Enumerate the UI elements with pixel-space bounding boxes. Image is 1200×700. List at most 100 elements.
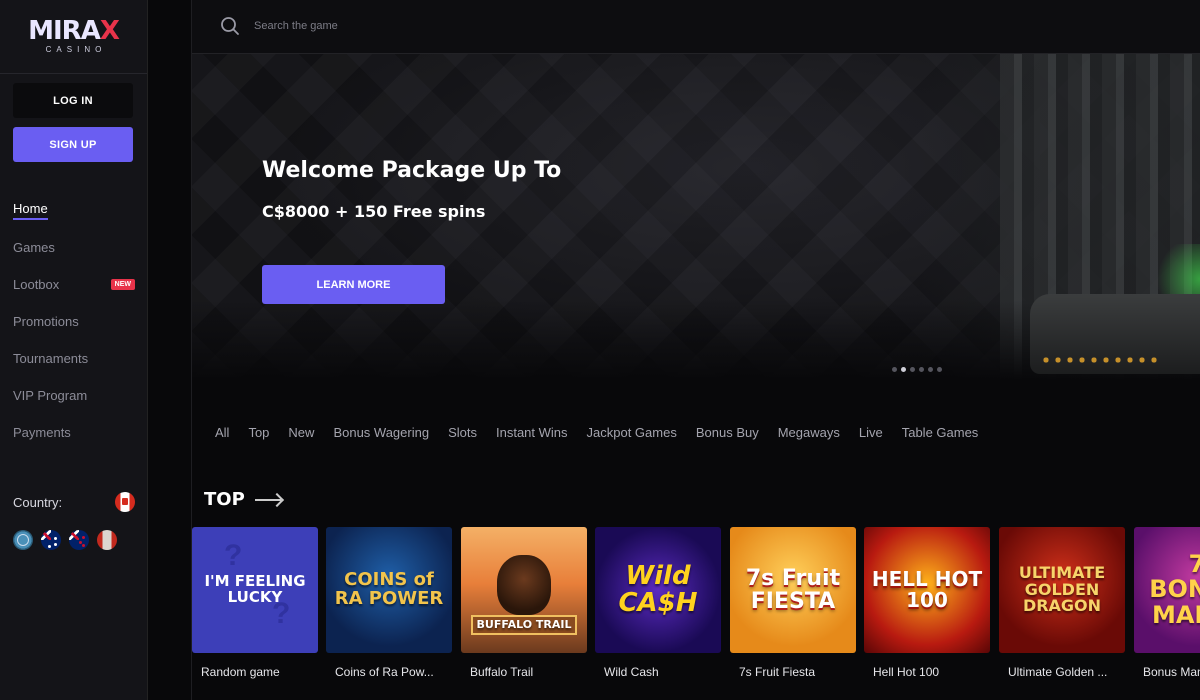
country-options: [13, 530, 117, 550]
tab-instant-wins[interactable]: Instant Wins: [496, 425, 568, 440]
game-card[interactable]: COINS of RA POWER Coins of Ra Pow...: [326, 527, 452, 679]
sidebar-item-home[interactable]: Home: [13, 192, 135, 229]
sidebar-item-label: Payments: [13, 425, 71, 440]
tab-table-games[interactable]: Table Games: [902, 425, 979, 440]
sidebar: MIRAX CASINO LOG IN SIGN UP Home Games L…: [0, 0, 148, 700]
carousel-dot-active[interactable]: [901, 367, 906, 372]
tab-bonus-wagering[interactable]: Bonus Wagering: [333, 425, 429, 440]
banner-title: Welcome Package Up To: [262, 158, 562, 183]
logo-wordmark: MIRAX: [28, 16, 120, 46]
game-title: Bonus Man: [1143, 665, 1200, 679]
game-art-text: HELL HOT 100: [871, 567, 983, 612]
canada-flag-icon[interactable]: [97, 530, 117, 550]
sidebar-item-label: Promotions: [13, 314, 79, 329]
game-thumbnail: HELL HOT 100: [864, 527, 990, 653]
category-tabs: All Top New Bonus Wagering Slots Instant…: [215, 425, 997, 440]
game-title: Hell Hot 100: [873, 665, 940, 679]
login-button[interactable]: LOG IN: [13, 83, 133, 118]
sidebar-item-label: Home: [13, 201, 48, 220]
signup-button[interactable]: SIGN UP: [13, 127, 133, 162]
arrow-right-icon[interactable]: [254, 493, 283, 507]
tab-all[interactable]: All: [215, 425, 229, 440]
logo[interactable]: MIRAX CASINO: [0, 0, 147, 74]
app: MIRAX CASINO LOG IN SIGN UP Home Games L…: [0, 0, 1200, 700]
canada-flag-icon[interactable]: [115, 492, 135, 512]
tab-new[interactable]: New: [288, 425, 314, 440]
game-thumbnail: 7 BONUS MANIA: [1134, 527, 1200, 653]
buffalo-icon: [497, 555, 551, 615]
game-thumbnail: ? ? I'M FEELING LUCKY: [192, 527, 318, 653]
carousel-dot[interactable]: [937, 367, 942, 372]
game-card[interactable]: 7s Fruit FIESTA 7s Fruit Fiesta: [730, 527, 856, 679]
carousel-dots: [892, 367, 942, 372]
sidebar-item-label: Tournaments: [13, 351, 89, 366]
game-art-text: ULTIMATE GOLDEN DRAGON: [1018, 562, 1106, 616]
game-title: Random game: [201, 665, 280, 679]
game-thumbnail: ULTIMATE GOLDEN DRAGON: [999, 527, 1125, 653]
sidebar-item-label: VIP Program: [13, 388, 88, 403]
games-row: ? ? I'M FEELING LUCKY Random game COINS …: [192, 527, 1200, 700]
game-card[interactable]: BUFFALO TRAIL Buffalo Trail: [461, 527, 587, 679]
game-card[interactable]: ? ? I'M FEELING LUCKY Random game: [192, 527, 318, 679]
logo-text-x: X: [99, 16, 120, 46]
game-title: 7s Fruit Fiesta: [739, 665, 816, 679]
game-title: Wild Cash: [604, 665, 659, 679]
section-title: TOP: [204, 489, 245, 510]
search-icon[interactable]: [220, 16, 240, 36]
search-bar: [192, 0, 1200, 54]
globe-icon[interactable]: [13, 530, 33, 550]
question-mark-icon: ?: [224, 539, 243, 572]
main-content: Welcome Package Up To C$8000 + 150 Free …: [192, 0, 1200, 700]
game-thumbnail: COINS of RA POWER: [326, 527, 452, 653]
question-mark-icon: ?: [272, 597, 291, 630]
logo-text-main: MIRA: [28, 16, 101, 46]
australia-flag-icon[interactable]: [41, 530, 61, 550]
tab-live[interactable]: Live: [859, 425, 883, 440]
carousel-dot[interactable]: [919, 367, 924, 372]
section-header: TOP: [204, 489, 283, 510]
sidebar-item-label: Games: [13, 240, 55, 255]
tab-bonus-buy[interactable]: Bonus Buy: [696, 425, 759, 440]
game-thumbnail: BUFFALO TRAIL: [461, 527, 587, 653]
game-card[interactable]: 7 BONUS MANIA Bonus Man: [1134, 527, 1200, 679]
game-thumbnail: 7s Fruit FIESTA: [730, 527, 856, 653]
game-art-text: 7 BONUS MANIA: [1149, 550, 1200, 629]
carousel-dot[interactable]: [892, 367, 897, 372]
tab-top[interactable]: Top: [248, 425, 269, 440]
learn-more-button[interactable]: LEARN MORE: [262, 265, 445, 304]
search-input[interactable]: [254, 14, 654, 38]
sidebar-item-games[interactable]: Games: [13, 229, 135, 266]
logo-subtitle: CASINO: [45, 45, 107, 54]
sidebar-item-payments[interactable]: Payments: [13, 414, 135, 451]
game-card[interactable]: ULTIMATE GOLDEN DRAGON Ultimate Golden .…: [999, 527, 1125, 679]
banner-subtitle: C$8000 + 150 Free spins: [262, 202, 486, 221]
carousel-dot[interactable]: [910, 367, 915, 372]
sidebar-item-lootbox[interactable]: Lootbox NEW: [13, 266, 135, 303]
new-zealand-flag-icon[interactable]: [69, 530, 89, 550]
tab-megaways[interactable]: Megaways: [778, 425, 840, 440]
game-art-text: Wild CA$H: [618, 560, 698, 618]
game-art-text: I'M FEELING LUCKY: [204, 572, 306, 606]
game-art-text: COINS of RA POWER: [334, 569, 444, 609]
tab-jackpot-games[interactable]: Jackpot Games: [587, 425, 677, 440]
banner-coins-image: [1040, 354, 1160, 368]
game-title: Coins of Ra Pow...: [335, 665, 434, 679]
sidebar-item-vip-program[interactable]: VIP Program: [13, 377, 135, 414]
sidebar-item-promotions[interactable]: Promotions: [13, 303, 135, 340]
sidebar-nav: Home Games Lootbox NEW Promotions Tournam…: [13, 192, 135, 451]
game-thumbnail: Wild CA$H: [595, 527, 721, 653]
game-art-text: 7s Fruit FIESTA: [745, 565, 841, 614]
country-label: Country:: [13, 494, 63, 510]
carousel-dot[interactable]: [928, 367, 933, 372]
game-title: Buffalo Trail: [470, 665, 534, 679]
sidebar-item-tournaments[interactable]: Tournaments: [13, 340, 135, 377]
new-badge: NEW: [110, 279, 135, 290]
country-selector: Country:: [13, 492, 135, 512]
tab-slots[interactable]: Slots: [448, 425, 477, 440]
game-title: Ultimate Golden ...: [1008, 665, 1108, 679]
sidebar-item-label: Lootbox: [13, 277, 60, 292]
game-card[interactable]: HELL HOT 100 Hell Hot 100: [864, 527, 990, 679]
game-art-text: BUFFALO TRAIL: [470, 615, 578, 635]
gutter: [148, 0, 192, 700]
game-card[interactable]: Wild CA$H Wild Cash: [595, 527, 721, 679]
